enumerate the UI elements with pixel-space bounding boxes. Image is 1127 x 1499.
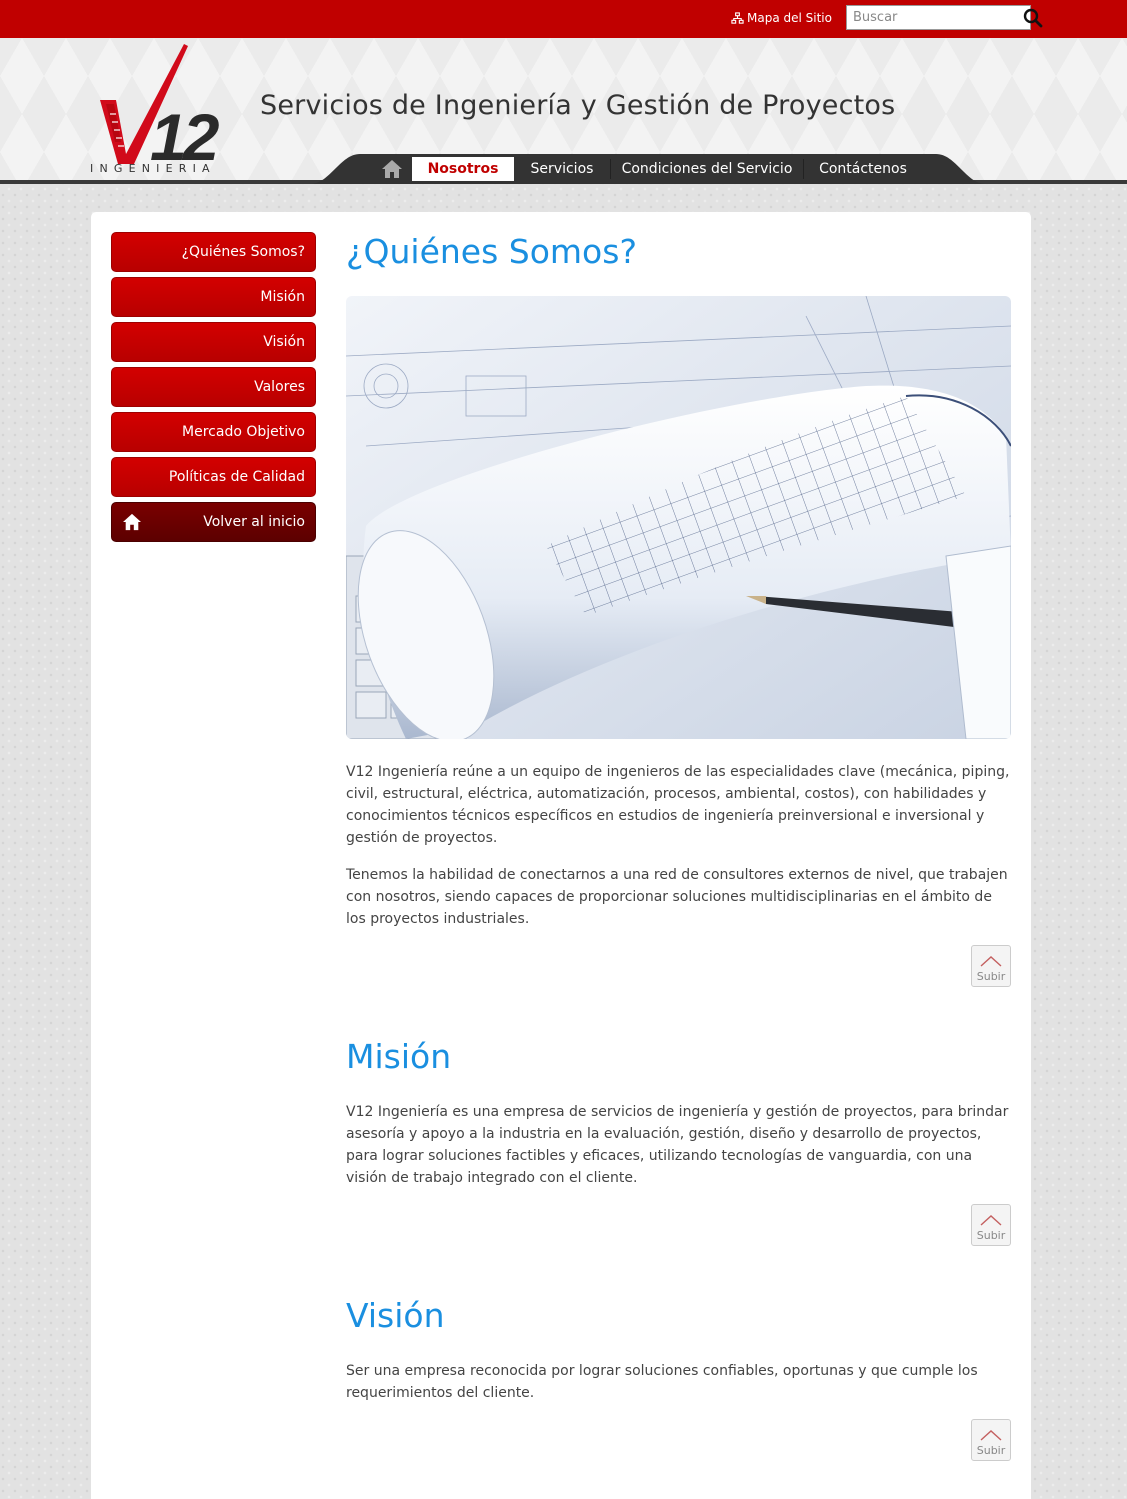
sidebar-nav: ¿Quiénes Somos? Misión Visión Valores Me… [111, 232, 316, 547]
search-icon [1023, 8, 1043, 27]
home-icon [382, 160, 402, 178]
nav-item-condiciones[interactable]: Condiciones del Servicio [611, 157, 803, 181]
logo-caption: INGENIERIA [90, 162, 216, 175]
v12-logo[interactable]: 12 [88, 42, 246, 177]
nav-home-button[interactable] [372, 156, 412, 182]
home-icon [123, 513, 141, 531]
sidebar-item-politicas-calidad[interactable]: Políticas de Calidad [111, 457, 316, 497]
search-input[interactable] [847, 6, 1023, 29]
sidebar-home-button[interactable]: Volver al inicio [111, 502, 316, 542]
content-card: ¿Quiénes Somos? Misión Visión Valores Me… [91, 212, 1031, 1499]
sidebar-item-mercado-objetivo[interactable]: Mercado Objetivo [111, 412, 316, 452]
sidebar-item-vision[interactable]: Visión [111, 322, 316, 362]
quienes-paragraph-1: V12 Ingeniería reúne a un equipo de inge… [346, 764, 1010, 846]
main-nav: Nosotros Servicios Condiciones del Servi… [310, 154, 986, 184]
back-to-top-label: Subir [976, 970, 1006, 983]
site-tagline: Servicios de Ingeniería y Gestión de Pro… [260, 90, 896, 121]
mision-paragraph: V12 Ingeniería es una empresa de servici… [346, 1104, 1009, 1186]
top-bar: Mapa del Sitio [0, 0, 1127, 38]
sidebar-item-quienes-somos[interactable]: ¿Quiénes Somos? [111, 232, 316, 272]
back-to-top-label: Subir [976, 1229, 1006, 1242]
section-title-mision: Misión [346, 1037, 452, 1076]
sitemap-icon [731, 11, 744, 24]
nav-item-nosotros[interactable]: Nosotros [412, 157, 514, 181]
section-title-quienes-somos: ¿Quiénes Somos? [346, 232, 637, 271]
quienes-paragraph-2: Tenemos la habilidad de conectarnos a un… [346, 867, 1008, 927]
sitemap-link[interactable]: Mapa del Sitio [731, 10, 832, 26]
back-to-top-button[interactable]: Subir [971, 945, 1011, 987]
chevron-up-icon [980, 1430, 1002, 1441]
section-title-vision: Visión [346, 1296, 445, 1335]
nav-item-servicios[interactable]: Servicios [514, 157, 610, 181]
sidebar-item-valores[interactable]: Valores [111, 367, 316, 407]
search-button[interactable] [1023, 6, 1043, 29]
vision-paragraph: Ser una empresa reconocida por lograr so… [346, 1363, 978, 1401]
chevron-up-icon [980, 956, 1002, 967]
sidebar-home-label: Volver al inicio [203, 514, 305, 530]
site-header: 12 INGENIERIA Servicios de Ingeniería y … [0, 38, 1127, 184]
search-box [846, 5, 1043, 30]
sidebar-item-mision[interactable]: Misión [111, 277, 316, 317]
sitemap-label: Mapa del Sitio [747, 11, 832, 25]
back-to-top-label: Subir [976, 1444, 1006, 1457]
back-to-top-button[interactable]: Subir [971, 1204, 1011, 1246]
blueprint-image [346, 296, 1011, 739]
chevron-up-icon [980, 1215, 1002, 1226]
nav-item-contactenos[interactable]: Contáctenos [804, 157, 922, 181]
back-to-top-button[interactable]: Subir [971, 1419, 1011, 1461]
